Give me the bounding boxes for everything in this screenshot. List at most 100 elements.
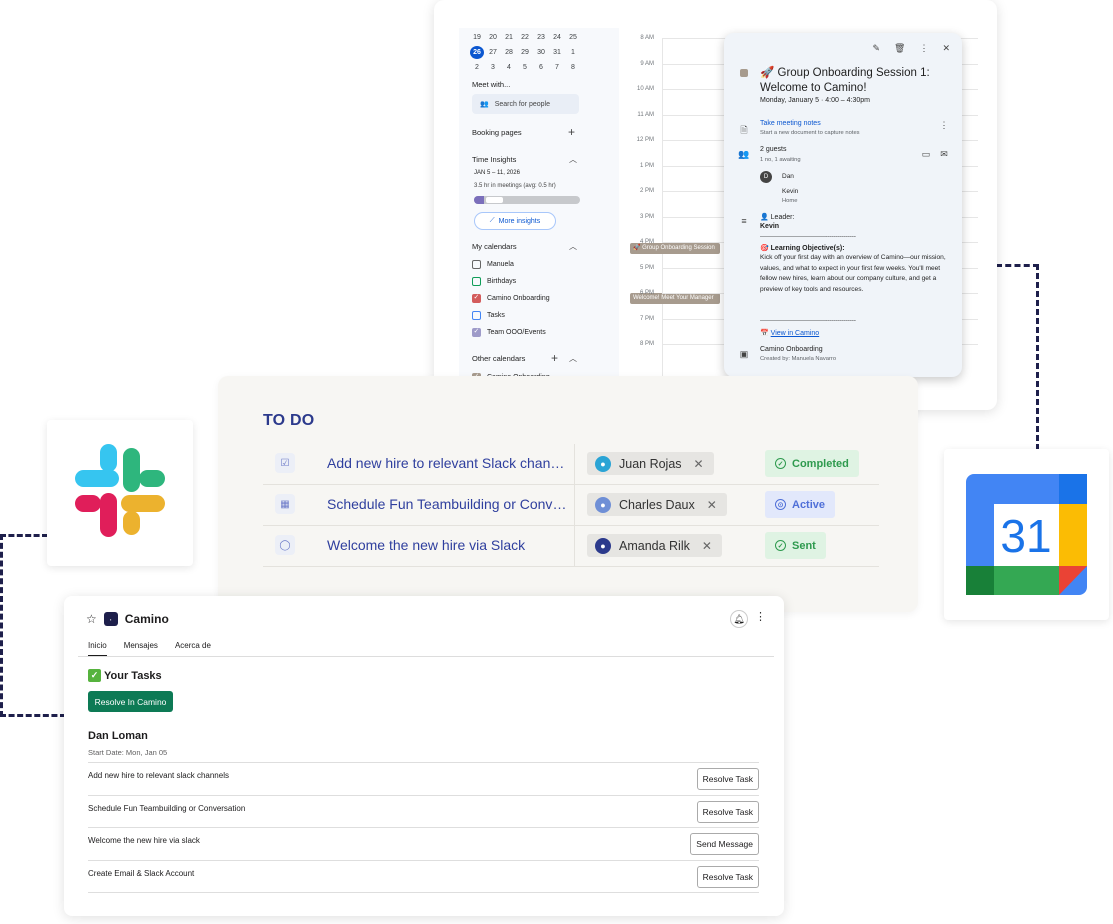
view-in-camino-link[interactable]: 📅 View in Camino (760, 329, 819, 337)
mini-calendar-day[interactable]: 30 (534, 46, 548, 59)
calendar-list-item[interactable]: Camino Onboarding (472, 293, 550, 303)
calendar-date-number: 31 (1000, 510, 1051, 562)
mini-calendar-day[interactable]: 22 (518, 31, 532, 44)
tab-acerca-de[interactable]: Acerca de (175, 641, 211, 656)
mini-calendar-day[interactable]: 19 (470, 31, 484, 44)
assignee-chip[interactable]: ● Juan Rojas ✕ (587, 452, 714, 475)
checkbox[interactable] (472, 311, 481, 320)
assignee-chip[interactable]: ● Amanda Rilk ✕ (587, 534, 722, 557)
calendar-list-item[interactable]: Tasks (472, 311, 505, 320)
calendar-label: Camino Onboarding (487, 295, 550, 302)
mini-calendar-day[interactable]: 28 (502, 46, 516, 59)
avatar: ● (595, 455, 611, 472)
close-icon[interactable]: ✕ (942, 43, 950, 54)
mini-calendar-day[interactable]: 7 (550, 61, 564, 74)
my-calendars-label[interactable]: My calendars (472, 242, 517, 251)
guest-name: Kevin (782, 188, 799, 195)
mini-calendar-day[interactable]: 20 (486, 31, 500, 44)
star-icon[interactable]: ☆ (86, 612, 97, 626)
time-insights-label[interactable]: Time Insights (472, 155, 516, 164)
mini-calendar-day[interactable]: 26 (470, 46, 484, 59)
edit-icon[interactable]: ✎ (872, 43, 880, 54)
add-other-calendar-icon[interactable]: + (551, 352, 558, 364)
assignee-chip[interactable]: ● Charles Daux ✕ (587, 493, 727, 516)
hour-label: 4 PM (639, 239, 654, 245)
hour-label: 6 PM (639, 290, 654, 296)
todo-row[interactable]: ☑ Add new hire to relevant Slack channel… (263, 444, 879, 485)
chevron-up-icon[interactable]: ︿ (569, 353, 577, 364)
mini-calendar-day[interactable]: 25 (566, 31, 580, 44)
bell-icon[interactable]: 🔔︎ (730, 610, 748, 628)
more-vert-icon[interactable]: ⋮ (919, 43, 928, 54)
chevron-up-icon[interactable]: ︿ (569, 241, 577, 252)
booking-pages-label[interactable]: Booking pages (472, 128, 522, 137)
checkbox[interactable] (472, 277, 481, 286)
mini-calendar-week: 2345678 (470, 61, 580, 74)
resolve-in-camino-button[interactable]: Resolve In Camino (88, 691, 173, 712)
task-action-button[interactable]: Resolve Task (696, 865, 759, 888)
hour-label: 11 AM (637, 111, 654, 118)
task-title[interactable]: Schedule Fun Teambuilding or Conversatio… (327, 496, 567, 512)
task-title[interactable]: Add new hire to relevant Slack channels (327, 455, 567, 471)
mini-calendar-day[interactable]: 4 (502, 61, 516, 74)
tab-mensajes[interactable]: Mensajes (124, 641, 158, 656)
chevron-up-icon[interactable]: ︿ (569, 154, 577, 165)
status-badge: ✓ Completed (765, 450, 859, 477)
other-calendars-label[interactable]: Other calendars (472, 354, 525, 363)
mini-calendar-day[interactable]: 27 (486, 46, 500, 59)
more-insights-button[interactable]: ⟋ More insights (474, 212, 556, 230)
mini-calendar-day[interactable]: 8 (566, 61, 580, 74)
mini-calendar-day[interactable]: 31 (550, 46, 564, 59)
column-divider (574, 485, 575, 525)
mini-calendar-day[interactable]: 2 (470, 61, 484, 74)
task-action-button[interactable]: Resolve Task (696, 800, 759, 823)
task-action-button[interactable]: Send Message (690, 833, 759, 855)
insights-progress-bar (474, 196, 580, 204)
search-people-input[interactable]: 👥 Search for people (472, 94, 579, 114)
trash-icon[interactable]: 🗑 (894, 43, 905, 54)
email-icon[interactable]: ✉ (938, 149, 950, 160)
task-action-button[interactable]: Resolve Task (696, 768, 759, 790)
more-vert-icon[interactable]: ⋮ (755, 610, 766, 623)
checkbox[interactable] (472, 293, 481, 303)
insights-trend-icon: ⟋ (489, 217, 495, 224)
google-calendar-window: 19 20 21 22 23 24 25 26 27 28 29 30 31 1 2345678 Mee… (434, 0, 997, 410)
connector-line (996, 264, 1039, 267)
hour-label: 3 PM (639, 213, 654, 220)
task-type-icon: ▦ (275, 494, 295, 514)
chat-icon[interactable]: ▭ (920, 149, 932, 160)
slack-logo-icon (75, 444, 165, 537)
mini-calendar-day[interactable]: 5 (518, 61, 532, 74)
calendar-label: Tasks (487, 312, 505, 319)
calendar-list-item[interactable]: Birthdays (472, 277, 516, 286)
checkbox[interactable] (472, 327, 481, 337)
mini-calendar-day[interactable]: 24 (550, 31, 564, 44)
mini-calendar-day[interactable]: 21 (502, 31, 516, 44)
task-label: Welcome the new hire via slack (88, 836, 200, 845)
task-title[interactable]: Welcome the new hire via Slack (327, 537, 567, 553)
tab-divider (78, 656, 774, 657)
mini-calendar-day[interactable]: 6 (534, 61, 548, 74)
objective-label: 🎯 Learning Objective(s): (760, 245, 845, 252)
todo-row[interactable]: ◯ Welcome the new hire via Slack ● Amand… (263, 526, 879, 567)
task-type-icon: ☑ (275, 453, 295, 473)
add-booking-page-icon[interactable]: + (568, 126, 575, 138)
remove-assignee-icon[interactable]: ✕ (694, 457, 704, 471)
mini-calendar-day[interactable]: 1 (566, 46, 580, 59)
calendar-list-item[interactable]: Team OOO/Events (472, 327, 546, 337)
remove-assignee-icon[interactable]: ✕ (702, 539, 712, 553)
todo-row[interactable]: ▦ Schedule Fun Teambuilding or Conversat… (263, 485, 879, 526)
guests-sub: 1 no, 1 awaiting (760, 157, 801, 163)
task-row: Add new hire to relevant slack channels … (88, 762, 759, 794)
more-vert-icon[interactable]: ⋮ (938, 120, 950, 131)
mini-calendar-day[interactable]: 23 (534, 31, 548, 44)
task-label: Create Email & Slack Account (88, 868, 195, 878)
remove-assignee-icon[interactable]: ✕ (707, 498, 717, 512)
calendar-list-item[interactable]: Manuela (472, 260, 514, 269)
take-notes-link[interactable]: Take meeting notes (760, 120, 821, 127)
mini-calendar-day[interactable]: 29 (518, 46, 532, 59)
tab-inicio[interactable]: Inicio (88, 641, 107, 656)
mini-calendar-day[interactable]: 3 (486, 61, 500, 74)
hour-label: 8 AM (640, 35, 654, 41)
checkbox[interactable] (472, 260, 481, 269)
